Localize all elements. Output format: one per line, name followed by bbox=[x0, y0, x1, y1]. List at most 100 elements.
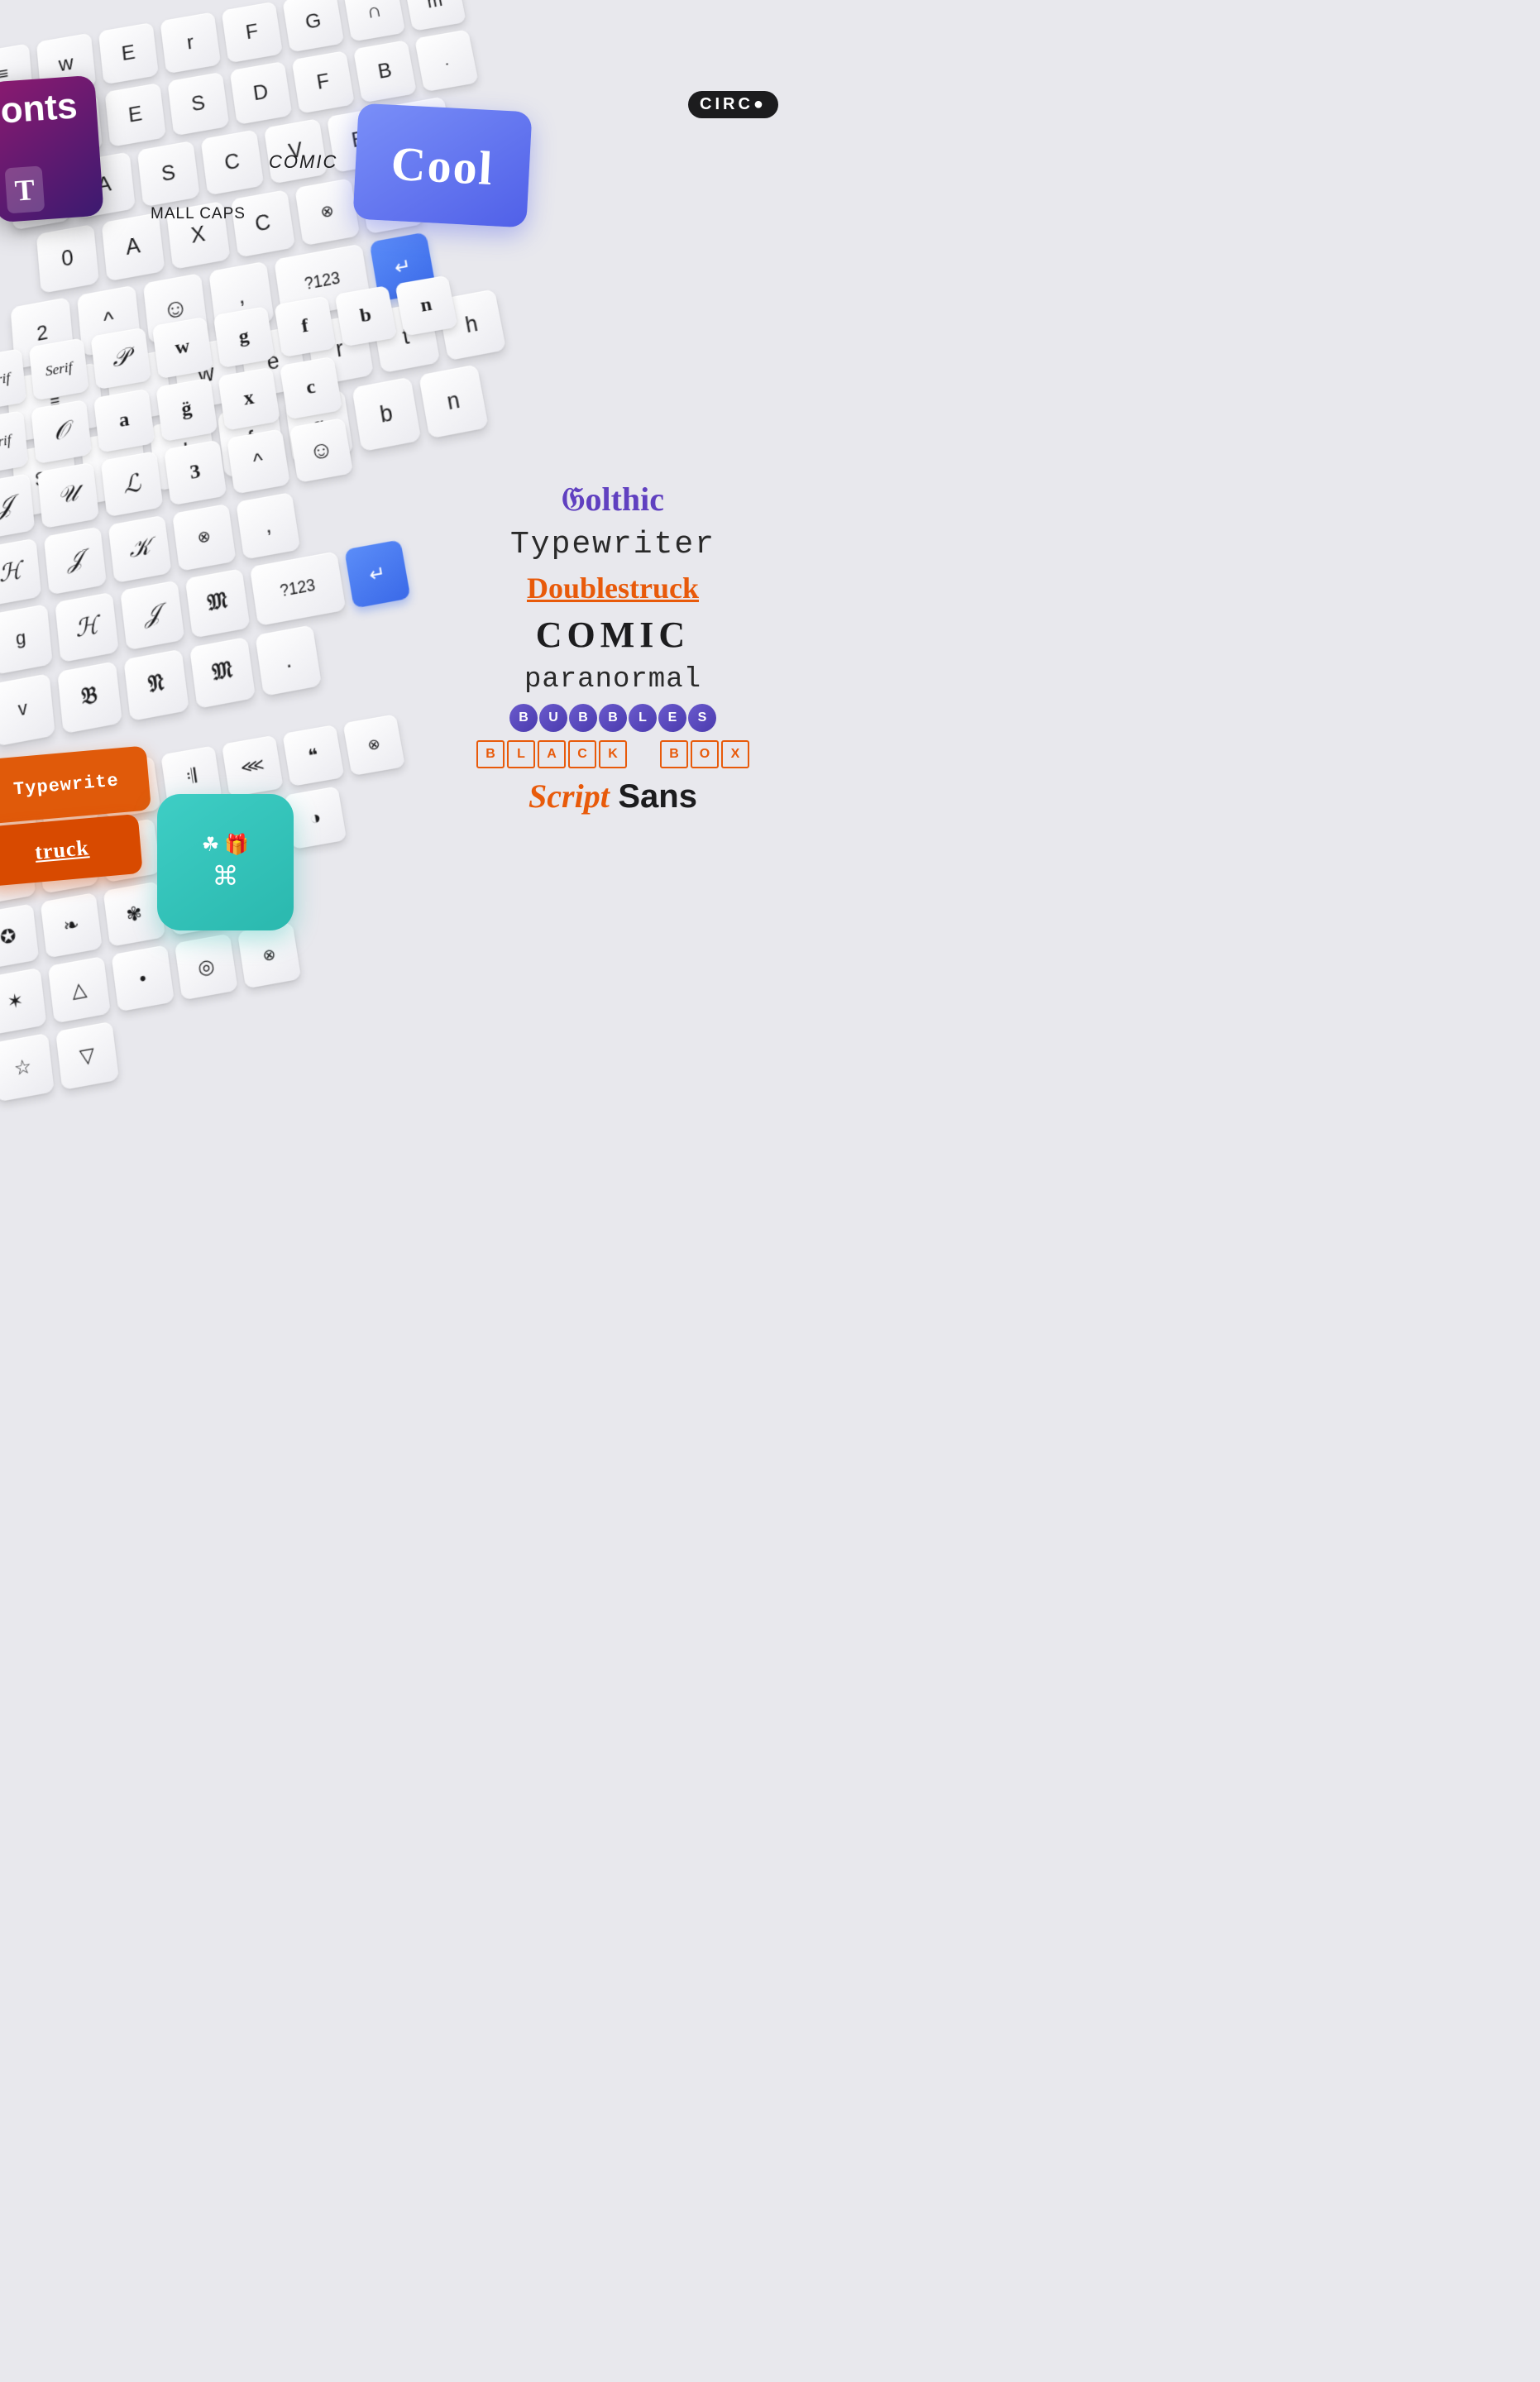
key-c[interactable]: C bbox=[201, 129, 265, 195]
key-123-mid[interactable]: ?123 bbox=[250, 551, 347, 626]
box-space bbox=[629, 740, 658, 768]
key-e[interactable]: E bbox=[98, 22, 159, 85]
key-s[interactable]: S bbox=[167, 72, 229, 136]
key-c2[interactable]: C bbox=[231, 189, 295, 257]
key-i-script[interactable]: 𝒥 bbox=[0, 473, 35, 540]
gift-icon: 🎁 bbox=[224, 833, 249, 857]
key-circle-star[interactable]: ✪ bbox=[0, 903, 39, 969]
key-s2[interactable]: S bbox=[137, 141, 200, 207]
cool-label: Cool bbox=[390, 135, 495, 195]
key-heart-ornament[interactable]: ❧ bbox=[41, 892, 103, 959]
key-circle2[interactable]: ◎ bbox=[175, 934, 238, 1001]
key-arrow-tri[interactable]: ⋘ bbox=[222, 735, 284, 797]
key-g-bl[interactable]: g bbox=[213, 306, 275, 368]
key-caret2[interactable]: ^ bbox=[227, 428, 290, 494]
fonts-logo[interactable]: onts T bbox=[0, 75, 104, 223]
paranormal-style-row[interactable]: paranormal bbox=[464, 664, 762, 696]
key-n2-bl[interactable]: 𝔑 bbox=[123, 649, 189, 721]
key-e2[interactable]: E bbox=[105, 83, 166, 147]
box-k: K bbox=[599, 740, 627, 768]
key-del-mid[interactable]: ⊗ bbox=[172, 504, 237, 572]
key-v-bl[interactable]: v bbox=[0, 673, 55, 746]
key-star3[interactable]: ☆ bbox=[0, 1033, 55, 1103]
comic-style-row[interactable]: COMIC bbox=[464, 614, 762, 656]
paranormal-style-label: paranormal bbox=[524, 664, 701, 696]
gothic-label: 𝔊olthic bbox=[562, 481, 664, 518]
key-b-bl[interactable]: b bbox=[335, 285, 398, 347]
key-quote[interactable]: ❝ bbox=[282, 725, 344, 787]
key-return-mid[interactable]: ↵ bbox=[344, 539, 410, 608]
key-z-bl[interactable]: 3 bbox=[164, 440, 227, 506]
teal-icons-row: ☘ 🎁 bbox=[202, 833, 249, 857]
key-union[interactable]: ∩ bbox=[343, 0, 406, 42]
keyboard-app: ≡ w E r F G ∩ m q w E S D F B . P A S C … bbox=[0, 0, 770, 1191]
key-sixstar[interactable]: ✶ bbox=[0, 968, 46, 1036]
key-serif3[interactable]: Serif bbox=[0, 410, 29, 476]
key-s-bl[interactable]: g̈ bbox=[155, 378, 218, 442]
typewriter-style-row[interactable]: Typewriter bbox=[464, 527, 762, 562]
key-g-bl2[interactable]: g bbox=[0, 604, 53, 675]
key-j2-bl[interactable]: 𝒥 bbox=[120, 580, 184, 650]
key-f2[interactable]: F bbox=[292, 50, 355, 114]
box-b: B bbox=[476, 740, 505, 768]
key-o-script[interactable]: 𝒪 bbox=[31, 399, 92, 464]
key-a-bl[interactable]: a bbox=[93, 389, 155, 453]
key-p-script[interactable]: 𝒫 bbox=[90, 328, 151, 390]
key-k-script[interactable]: 𝒦 bbox=[108, 515, 172, 583]
key-emoji2[interactable]: ☺ bbox=[289, 418, 354, 483]
key-w-bl[interactable]: w bbox=[152, 317, 213, 379]
teal-content: ☘ 🎁 ⌘ bbox=[202, 833, 249, 892]
key-m4-bl[interactable]: 𝔐 bbox=[189, 637, 256, 709]
key-dot[interactable]: . bbox=[414, 29, 479, 92]
key-u-script[interactable]: 𝒰 bbox=[37, 462, 99, 529]
key-c-bl[interactable]: c bbox=[280, 356, 342, 420]
key-h2-bl[interactable]: ℋ bbox=[55, 592, 119, 662]
cool-logo[interactable]: Cool bbox=[352, 103, 532, 228]
key-h-script[interactable]: ℋ bbox=[0, 538, 41, 607]
key-m3-bl[interactable]: 𝔐 bbox=[185, 568, 251, 638]
key-tri-up[interactable]: △ bbox=[48, 956, 111, 1023]
bubble-b3: B bbox=[599, 704, 627, 732]
box-c: C bbox=[568, 740, 596, 768]
bubble-e: E bbox=[658, 704, 686, 732]
key-f[interactable]: F bbox=[222, 2, 283, 64]
shamrock-icon: ☘ bbox=[202, 833, 220, 857]
fonts-label: onts bbox=[0, 88, 79, 129]
doublestruck-style-label: Doublestruck bbox=[527, 572, 699, 605]
box-l: L bbox=[507, 740, 535, 768]
bubbles-style-row[interactable]: B U B B L E S bbox=[464, 704, 762, 732]
key-b[interactable]: B bbox=[353, 40, 417, 103]
key-b-script[interactable]: 𝔅 bbox=[57, 661, 122, 734]
doublestruck-style-row[interactable]: Doublestruck bbox=[464, 571, 762, 605]
typewriter-style-label: Typewriter bbox=[510, 527, 715, 562]
key-x-bl[interactable]: x bbox=[218, 367, 280, 431]
key-flower3[interactable]: ✾ bbox=[103, 882, 165, 947]
sans-label: Sans bbox=[618, 778, 697, 815]
script-sans-style-row[interactable]: Script Sans bbox=[464, 777, 762, 816]
key-delete[interactable]: ⊗ bbox=[294, 178, 360, 246]
key-n-bl[interactable]: n bbox=[395, 275, 457, 337]
key-d[interactable]: D bbox=[230, 61, 293, 125]
teal-logo[interactable]: ☘ 🎁 ⌘ bbox=[157, 794, 294, 930]
small-caps-label: MALL CAPS bbox=[151, 205, 246, 223]
key-serif[interactable]: Serif bbox=[0, 348, 26, 411]
key-comma2[interactable]: , bbox=[236, 492, 300, 560]
key-g2[interactable]: G bbox=[282, 0, 344, 52]
bubble-u: U bbox=[539, 704, 567, 732]
key-delete-sym[interactable]: ⊗ bbox=[342, 714, 405, 776]
key-f-bl[interactable]: f bbox=[274, 296, 336, 358]
key-r[interactable]: r bbox=[160, 12, 221, 74]
key-dot4[interactable]: . bbox=[255, 624, 322, 696]
key-serif2[interactable]: Serif bbox=[29, 337, 89, 400]
gothic-style-row[interactable]: 𝔊olthic bbox=[464, 480, 762, 519]
comic-on-key: COMIC bbox=[269, 151, 337, 173]
key-l-script[interactable]: ℒ bbox=[101, 451, 164, 517]
key-j-script[interactable]: 𝒥 bbox=[44, 527, 107, 596]
blackbox-style-row[interactable]: B L A C K B O X bbox=[464, 740, 762, 768]
key-0[interactable]: 0 bbox=[36, 224, 99, 294]
key-tri-down[interactable]: ▽ bbox=[55, 1021, 119, 1090]
bubble-l: L bbox=[629, 704, 657, 732]
key-del2[interactable]: ⊗ bbox=[237, 922, 302, 989]
key-m2[interactable]: m bbox=[404, 0, 466, 31]
key-dot-small[interactable]: • bbox=[111, 945, 175, 1012]
